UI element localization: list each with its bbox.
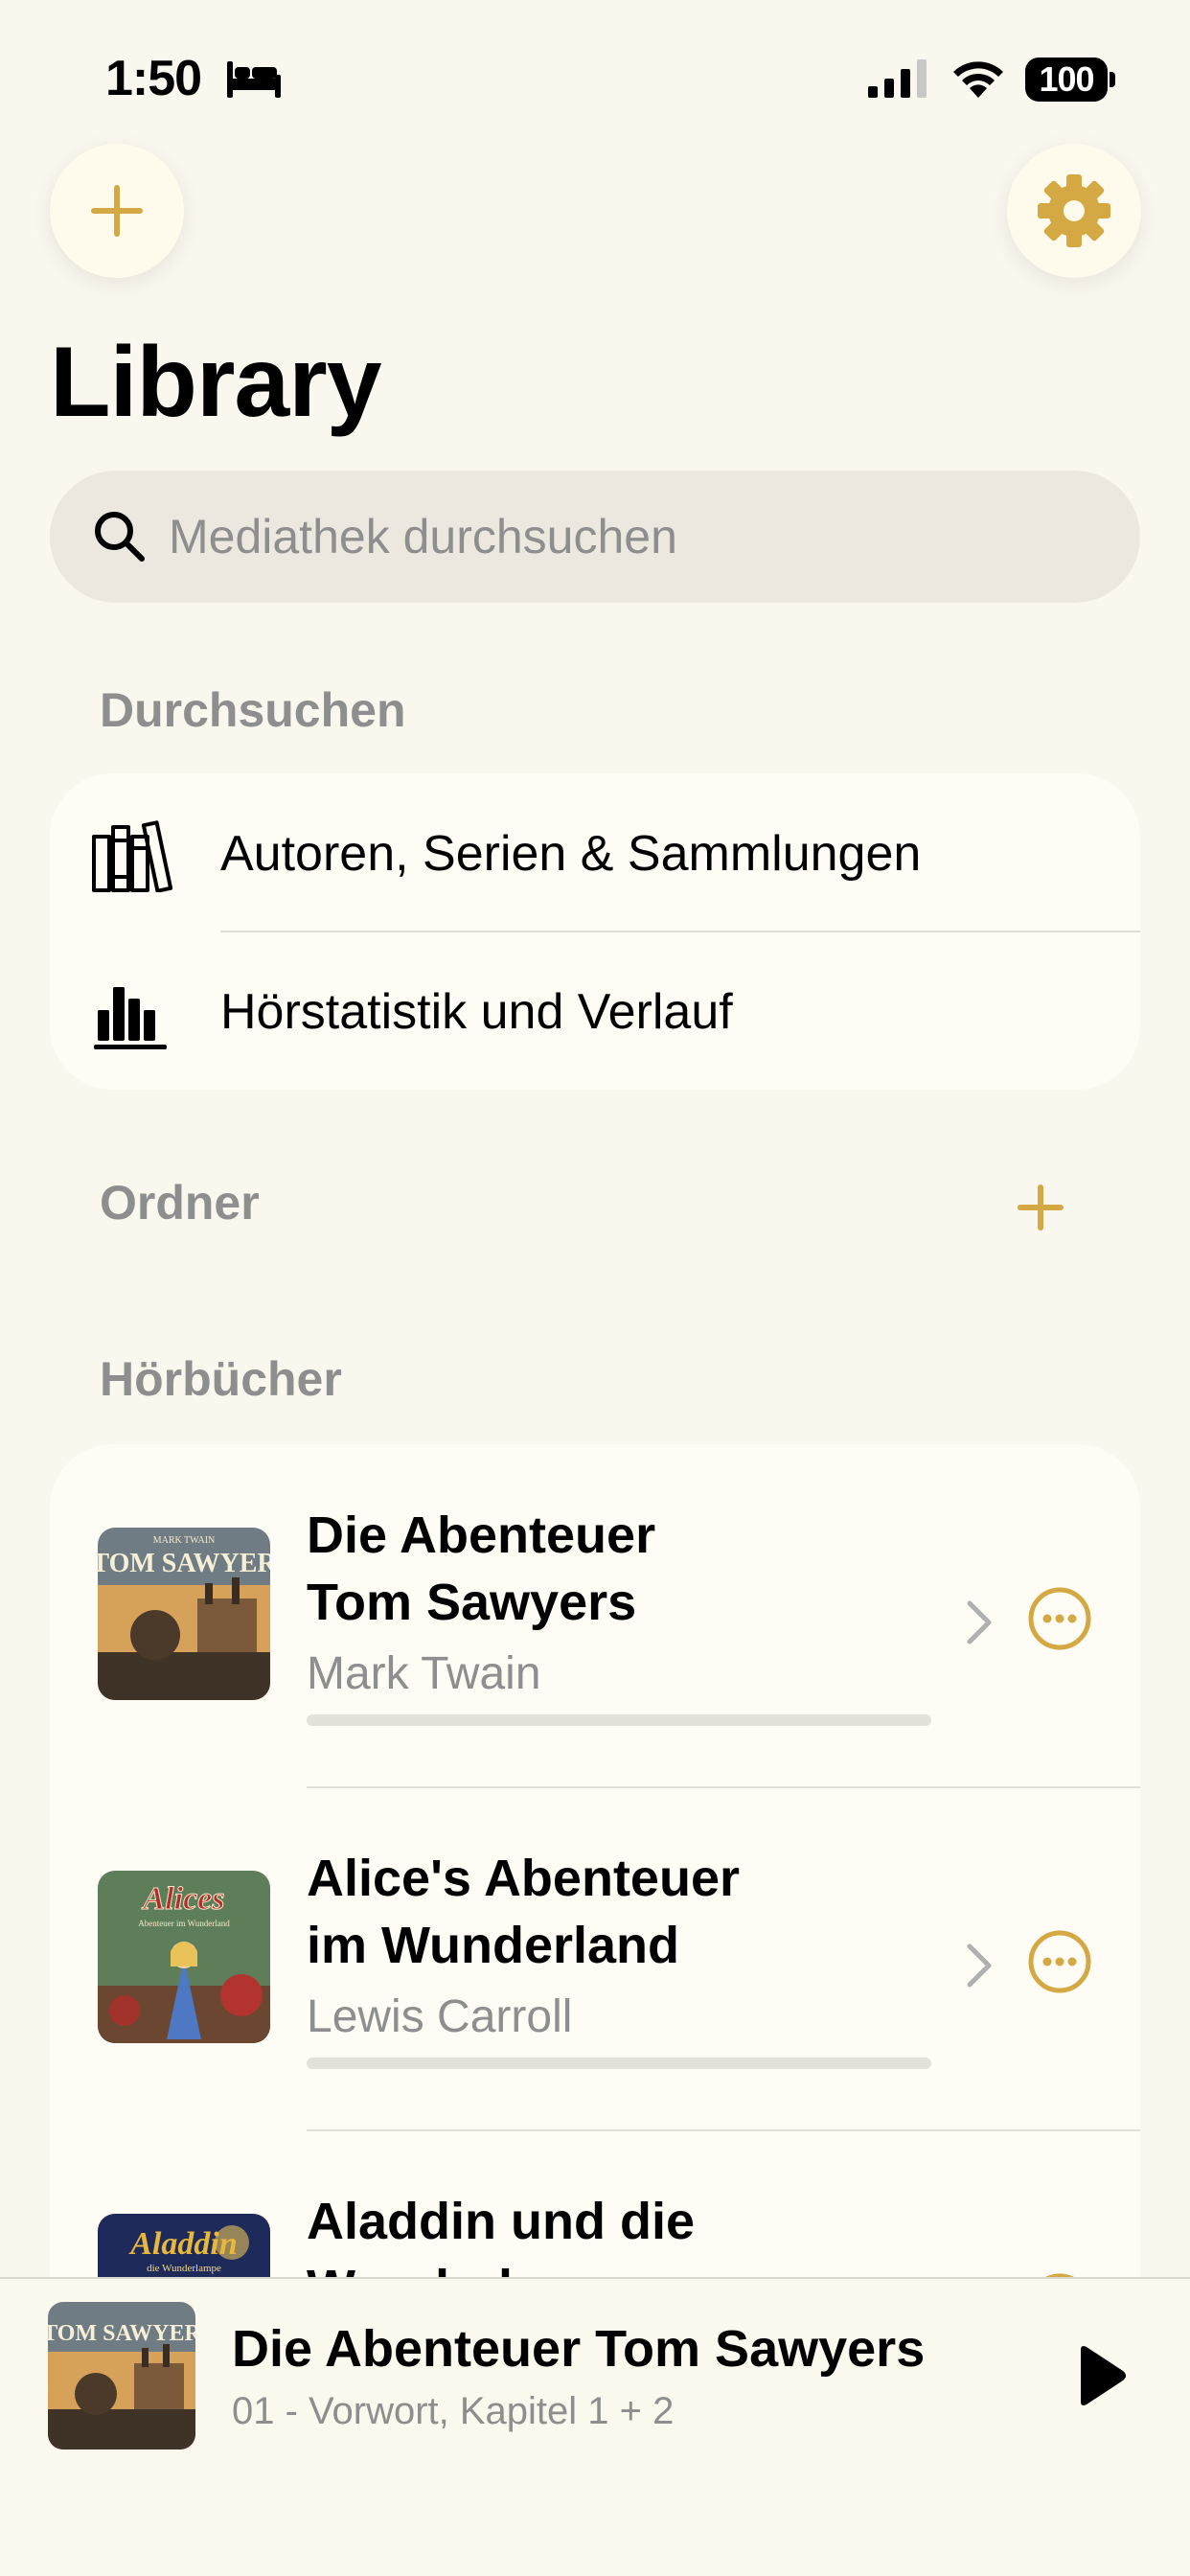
status-time: 1:50 (105, 51, 202, 106)
now-playing-chapter: 01 - Vorwort, Kapitel 1 + 2 (232, 2390, 675, 2432)
chevron-right-icon (967, 1944, 992, 1988)
section-header-audiobooks: Hörbücher (100, 1352, 342, 1406)
book-author: Mark Twain (307, 1648, 541, 1699)
book-cover: MARK TWAIN TOM SAWYER (98, 1528, 270, 1700)
add-button[interactable] (50, 144, 184, 278)
list-item[interactable]: Alices Abenteuer im Wunderland Alice's A… (50, 1787, 1140, 2131)
battery-level: 100 (1039, 59, 1094, 99)
progress-bar (307, 2058, 931, 2069)
search-icon (95, 512, 145, 562)
status-bar: 1:50 100 (0, 0, 1190, 144)
add-folder-plus-icon[interactable] (1014, 1181, 1067, 1234)
browse-item-label: Hörstatistik und Verlauf (220, 984, 733, 1040)
search-input[interactable] (169, 471, 1088, 603)
settings-button[interactable] (1007, 144, 1141, 278)
book-title: Alice's Abenteuer im Wunderland (307, 1850, 740, 1974)
play-icon[interactable] (1071, 2344, 1129, 2407)
plus-icon (91, 185, 143, 237)
cover-subtitle-text: die Wunderlampe (147, 2263, 221, 2274)
page-title: Library (50, 327, 382, 438)
browse-item-label: Autoren, Serien & Sammlungen (220, 826, 922, 882)
cover-title-text: Aladdin (128, 2226, 237, 2262)
gear-icon (1038, 174, 1110, 247)
search-bar[interactable] (50, 471, 1140, 603)
browse-item-listening-stats[interactable]: Hörstatistik und Verlauf (50, 932, 1140, 1090)
chevron-right-icon (967, 1600, 992, 1644)
book-cover: Alices Abenteuer im Wunderland (98, 1871, 270, 2043)
cover-title-text: TOM SAWYER (98, 1549, 270, 1578)
book-title: Die Abenteuer Tom Sawyers (307, 1506, 656, 1631)
cover-subtitle-text: Abenteuer im Wunderland (138, 1919, 230, 1928)
more-options-icon[interactable] (1027, 1586, 1092, 1651)
browse-item-authors-series-collections[interactable]: Autoren, Serien & Sammlungen (50, 773, 1140, 932)
bar-chart-icon (94, 987, 167, 1049)
cover-author-text: MARK TWAIN (153, 1535, 216, 1546)
mini-player[interactable]: TOM SAWYER Die Abenteuer Tom Sawyers 01 … (0, 2277, 1190, 2576)
now-playing-cover: TOM SAWYER (48, 2302, 195, 2450)
cover-title-text: Alices (142, 1881, 225, 1917)
wifi-icon (953, 61, 1003, 98)
cellular-signal-icon (868, 59, 927, 98)
list-item[interactable]: MARK TWAIN TOM SAWYER Die Abenteuer Tom … (50, 1444, 1140, 1788)
section-header-browse: Durchsuchen (100, 683, 406, 737)
now-playing-title: Die Abenteuer Tom Sawyers (232, 2320, 926, 2378)
browse-card: Autoren, Serien & Sammlungen Hörstatisti… (50, 773, 1140, 1090)
book-author: Lewis Carroll (307, 1991, 573, 2042)
bed-icon (227, 61, 281, 98)
battery-indicator: 100 (1025, 58, 1117, 102)
progress-bar (307, 1714, 931, 1726)
books-shelf-icon (92, 820, 172, 892)
cover-title-text: TOM SAWYER (48, 2321, 195, 2346)
more-options-icon[interactable] (1027, 1929, 1092, 1994)
section-header-folders: Ordner (100, 1176, 260, 1230)
